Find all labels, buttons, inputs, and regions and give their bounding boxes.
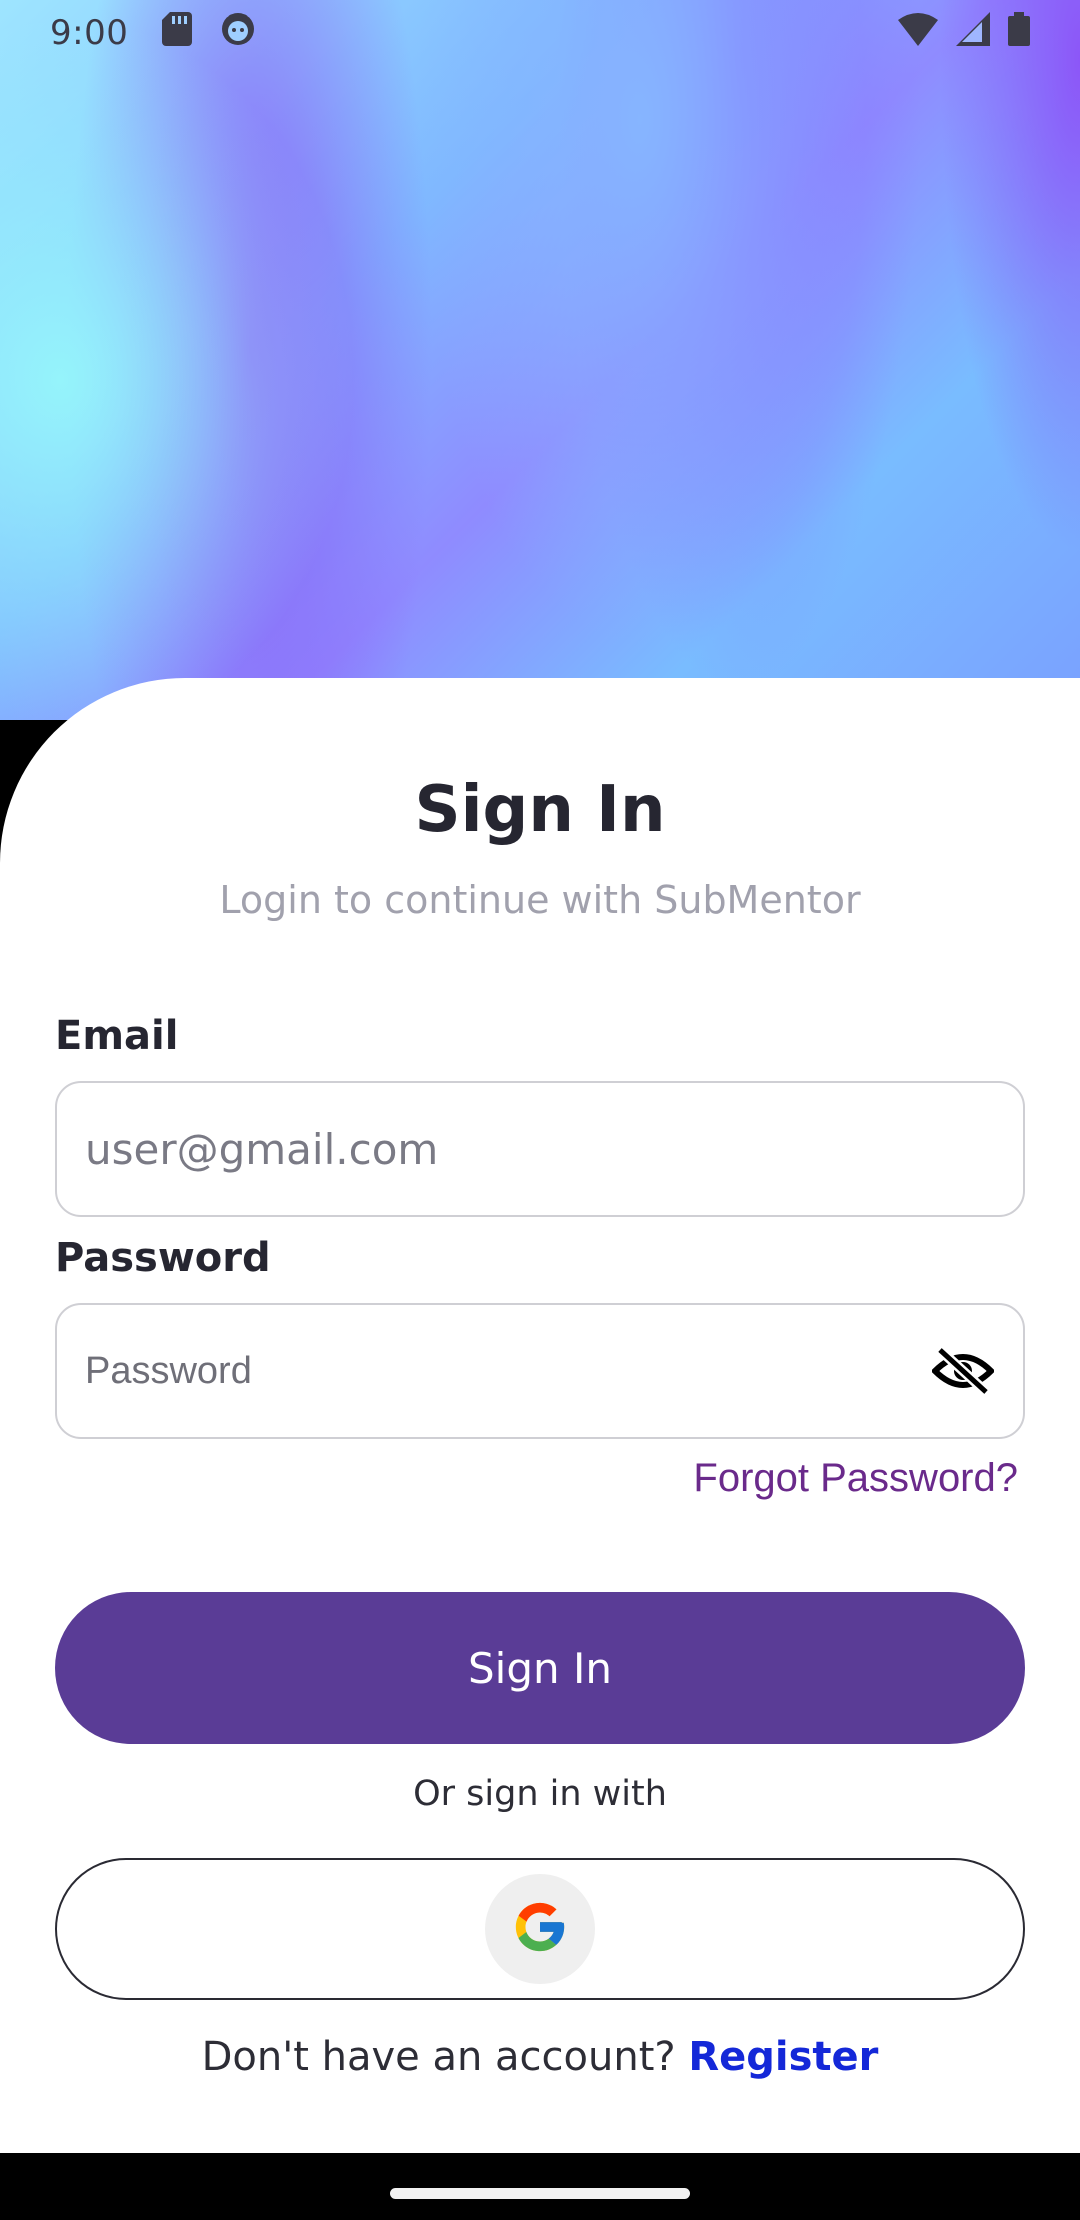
android-debug-icon: [220, 11, 256, 56]
wifi-icon: [898, 12, 938, 55]
eye-off-icon[interactable]: [931, 1339, 995, 1403]
google-g-icon-badge: [485, 1874, 595, 1984]
register-prompt: Don't have an account? Register: [0, 2034, 1080, 2080]
page-title: Sign In: [414, 773, 666, 847]
sd-card-icon: [162, 11, 193, 55]
email-field[interactable]: [85, 1124, 995, 1174]
hero-background: [0, 0, 1080, 720]
google-sign-in-button[interactable]: [55, 1858, 1025, 2000]
battery-icon: [1008, 11, 1030, 55]
sign-in-button[interactable]: Sign In: [55, 1592, 1025, 1744]
password-label: Password: [55, 1235, 271, 1281]
status-bar: 9:00: [0, 0, 1080, 66]
register-link[interactable]: Register: [688, 2034, 878, 2080]
status-time: 9:00: [50, 13, 129, 53]
navigation-bar: [0, 2153, 1080, 2220]
email-field-box[interactable]: [55, 1081, 1025, 1217]
email-label: Email: [55, 1013, 179, 1059]
home-gesture-handle[interactable]: [390, 2188, 690, 2199]
google-g-icon: [511, 1898, 569, 1960]
password-field-box[interactable]: [55, 1303, 1025, 1439]
register-prompt-text: Don't have an account?: [201, 2034, 689, 2080]
password-field[interactable]: [85, 1349, 919, 1393]
page-subtitle: Login to continue with SubMentor: [219, 878, 861, 922]
forgot-password-link[interactable]: Forgot Password?: [693, 1456, 1018, 1501]
signal-icon: [956, 11, 990, 55]
or-sign-in-with-text: Or sign in with: [413, 1774, 667, 1814]
sign-in-card: Sign In Login to continue with SubMentor…: [0, 678, 1080, 2153]
